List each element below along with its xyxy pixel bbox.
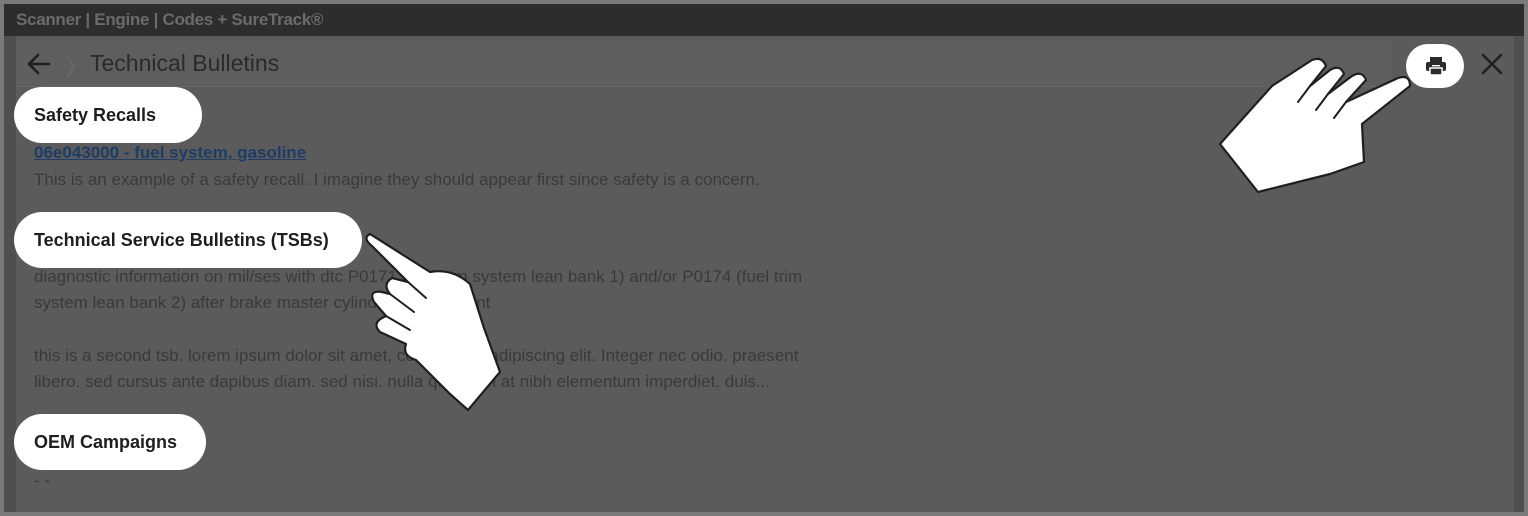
oem-campaigns-heading: OEM Campaigns — [14, 414, 206, 470]
close-icon[interactable] — [1480, 52, 1504, 76]
page-title: Technical Bulletins — [90, 50, 280, 76]
safety-recalls-heading: Safety Recalls — [14, 87, 202, 143]
safety-recall-link[interactable]: 06e043000 - fuel system, gasoline — [34, 143, 306, 163]
right-border — [1514, 36, 1524, 512]
oem-campaigns-empty: - - — [34, 471, 51, 490]
tsb-label: Technical Service Bulletins (TSBs) — [34, 229, 329, 250]
tsb-heading: Technical Service Bulletins (TSBs) — [14, 212, 362, 268]
safety-recall-description: This is an example of a safety recall. I… — [34, 170, 760, 189]
pointing-hand-icon — [1218, 57, 1412, 194]
pointing-hand-icon — [365, 232, 502, 412]
oem-campaigns-label: OEM Campaigns — [34, 431, 178, 452]
breadcrumb-separator: 〉 — [66, 55, 89, 80]
arrow-left-icon[interactable] — [26, 52, 52, 76]
safety-recalls-label: Safety Recalls — [34, 104, 157, 125]
window-title: Scanner | Engine | Codes + SureTrack® — [4, 4, 1524, 36]
